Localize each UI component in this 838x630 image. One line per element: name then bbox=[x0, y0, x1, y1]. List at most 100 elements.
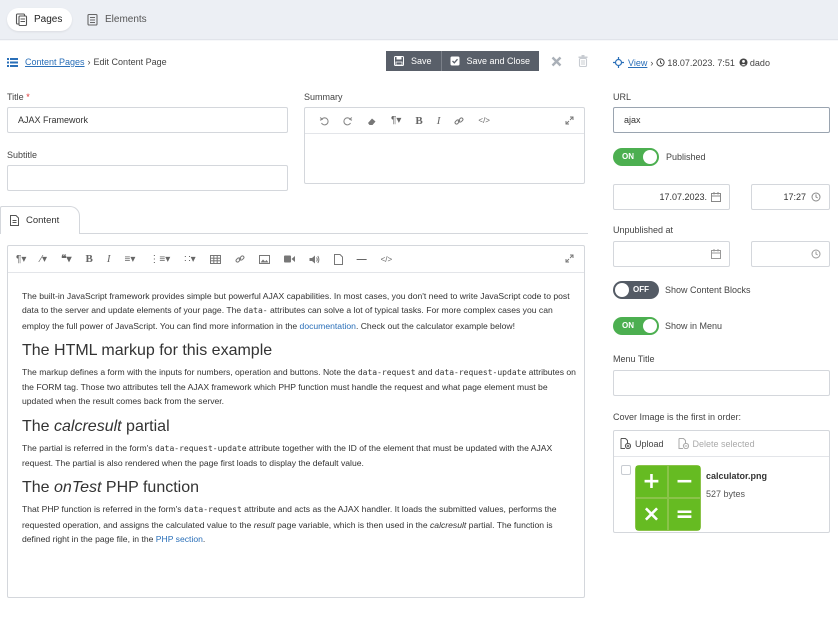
expand-icon[interactable] bbox=[565, 254, 574, 263]
align-icon[interactable]: ≡▾ bbox=[125, 254, 136, 265]
text-run: The markup defines a form with the input… bbox=[22, 366, 358, 377]
toggle-knob bbox=[643, 319, 657, 333]
page-meta: View › 18.07.2023. 7:51 dado bbox=[613, 57, 770, 68]
close-icon bbox=[551, 56, 562, 66]
tab-baseline bbox=[80, 233, 588, 234]
heading-run: PHP function bbox=[101, 479, 200, 497]
text-emphasis: calcresult bbox=[430, 519, 467, 530]
code-view-icon[interactable]: </> bbox=[381, 255, 393, 264]
italic-icon[interactable]: I bbox=[437, 115, 441, 127]
file-icon[interactable] bbox=[333, 253, 343, 265]
tab-elements[interactable]: Elements bbox=[78, 8, 157, 31]
url-input[interactable]: ajax bbox=[613, 107, 830, 133]
undo-icon[interactable] bbox=[319, 116, 329, 126]
image-icon[interactable] bbox=[258, 254, 270, 264]
uploader-toolbar: Upload Delete selected bbox=[614, 431, 829, 457]
eraser-icon[interactable] bbox=[367, 116, 377, 126]
tab-elements-label: Elements bbox=[105, 14, 147, 25]
title-label: Title * bbox=[7, 92, 30, 102]
text-run: and bbox=[415, 366, 435, 377]
heading-emphasis: onTest bbox=[54, 479, 102, 497]
breadcrumb-content-pages-link[interactable]: Content Pages bbox=[25, 57, 85, 67]
cover-image-uploader: Upload Delete selected + − × = calculato… bbox=[613, 430, 830, 533]
delete-button[interactable] bbox=[578, 55, 588, 67]
bold-icon[interactable]: B bbox=[415, 115, 422, 127]
delete-selected-button[interactable]: Delete selected bbox=[678, 438, 755, 449]
horizontal-line-icon[interactable]: — bbox=[357, 254, 367, 265]
content-paragraph: The built-in JavaScript framework provid… bbox=[22, 289, 576, 333]
content-heading: The calcresult partial bbox=[22, 417, 576, 437]
publish-date-input[interactable]: 17.07.2023. bbox=[613, 184, 730, 210]
delete-selected-label: Delete selected bbox=[692, 438, 755, 449]
heading-run: partial bbox=[121, 417, 170, 435]
list-icon bbox=[7, 57, 18, 67]
code-view-icon[interactable]: </> bbox=[478, 116, 490, 125]
breadcrumb: Content Pages › Edit Content Page bbox=[7, 57, 167, 67]
content-paragraph: The partial is referred in the form's da… bbox=[22, 441, 576, 471]
video-icon[interactable] bbox=[283, 255, 295, 263]
text-run: . bbox=[202, 533, 206, 544]
quote-icon[interactable]: ❝▾ bbox=[61, 254, 71, 265]
plus-icon: + bbox=[636, 466, 667, 497]
published-label: Published bbox=[666, 152, 706, 162]
tab-pages[interactable]: Pages bbox=[7, 8, 73, 31]
tab-content-label: Content bbox=[26, 215, 60, 226]
content-tabs: Content bbox=[0, 206, 588, 234]
menu-title-input[interactable] bbox=[613, 370, 830, 396]
show-in-menu-toggle[interactable]: ON bbox=[613, 317, 659, 335]
form-toolbar: Save Save and Close bbox=[386, 51, 588, 71]
content-blocks-toggle[interactable]: OFF bbox=[613, 281, 659, 299]
summary-editor-toolbar: ¶▾ B I </> bbox=[305, 108, 584, 134]
unpublish-date-input[interactable] bbox=[613, 241, 730, 267]
link-icon[interactable] bbox=[454, 116, 464, 126]
ordered-list-icon[interactable]: ⋮≡▾ bbox=[149, 254, 170, 265]
upload-icon bbox=[620, 438, 631, 449]
inline-code: data-request-update bbox=[155, 443, 247, 453]
title-input[interactable]: AJAX Framework bbox=[7, 107, 288, 133]
published-toggle[interactable]: ON bbox=[613, 148, 659, 166]
upload-button[interactable]: Upload bbox=[620, 438, 664, 449]
unpublish-time-input[interactable] bbox=[751, 241, 830, 267]
redo-icon[interactable] bbox=[343, 116, 353, 126]
publish-time-input[interactable]: 17:27 bbox=[751, 184, 830, 210]
view-icon bbox=[613, 57, 624, 68]
upload-label: Upload bbox=[635, 438, 664, 449]
toggle-state: OFF bbox=[633, 285, 649, 294]
view-link[interactable]: View bbox=[628, 58, 647, 68]
inline-code: data- bbox=[243, 306, 268, 316]
subtitle-input[interactable] bbox=[7, 165, 288, 191]
php-section-link[interactable]: PHP section bbox=[156, 534, 203, 544]
close-button[interactable] bbox=[551, 56, 562, 67]
bold-icon[interactable]: B bbox=[86, 253, 93, 265]
documentation-link[interactable]: documentation bbox=[300, 321, 356, 331]
link-icon[interactable] bbox=[235, 254, 245, 264]
delete-icon bbox=[678, 438, 689, 449]
save-button[interactable]: Save bbox=[386, 51, 441, 71]
title-label-text: Title bbox=[7, 92, 24, 102]
unordered-list-icon[interactable]: ∷▾ bbox=[184, 254, 195, 265]
show-in-menu-label: Show in Menu bbox=[665, 321, 723, 331]
text-emphasis: result bbox=[253, 519, 275, 530]
clock-icon bbox=[811, 249, 821, 259]
table-icon[interactable] bbox=[209, 254, 221, 264]
select-checkbox[interactable] bbox=[621, 465, 631, 475]
toggle-knob bbox=[643, 150, 657, 164]
paragraph-format-icon[interactable]: ¶▾ bbox=[16, 254, 26, 265]
save-and-close-button[interactable]: Save and Close bbox=[441, 51, 540, 71]
summary-editor[interactable]: ¶▾ B I </> bbox=[304, 107, 585, 184]
inline-code: data-request bbox=[357, 367, 416, 377]
calculator-thumbnail[interactable]: + − × = bbox=[635, 465, 701, 531]
audio-icon[interactable] bbox=[309, 255, 320, 264]
text-run: page variable, which is then used in the bbox=[274, 519, 430, 530]
content-heading: The HTML markup for this example bbox=[22, 341, 273, 359]
clock-icon bbox=[811, 192, 821, 202]
italic-icon[interactable]: I bbox=[107, 253, 111, 265]
menu-title-label: Menu Title bbox=[613, 354, 655, 364]
content-body[interactable]: The built-in JavaScript framework provid… bbox=[22, 289, 576, 554]
save-and-close-label: Save and Close bbox=[466, 56, 531, 66]
history-icon bbox=[656, 58, 665, 67]
expand-icon[interactable] bbox=[565, 116, 574, 125]
paragraph-format-icon[interactable]: ¶▾ bbox=[391, 115, 401, 126]
tab-content[interactable]: Content bbox=[0, 206, 80, 234]
text-style-icon[interactable]: ⁄▾ bbox=[40, 254, 47, 265]
